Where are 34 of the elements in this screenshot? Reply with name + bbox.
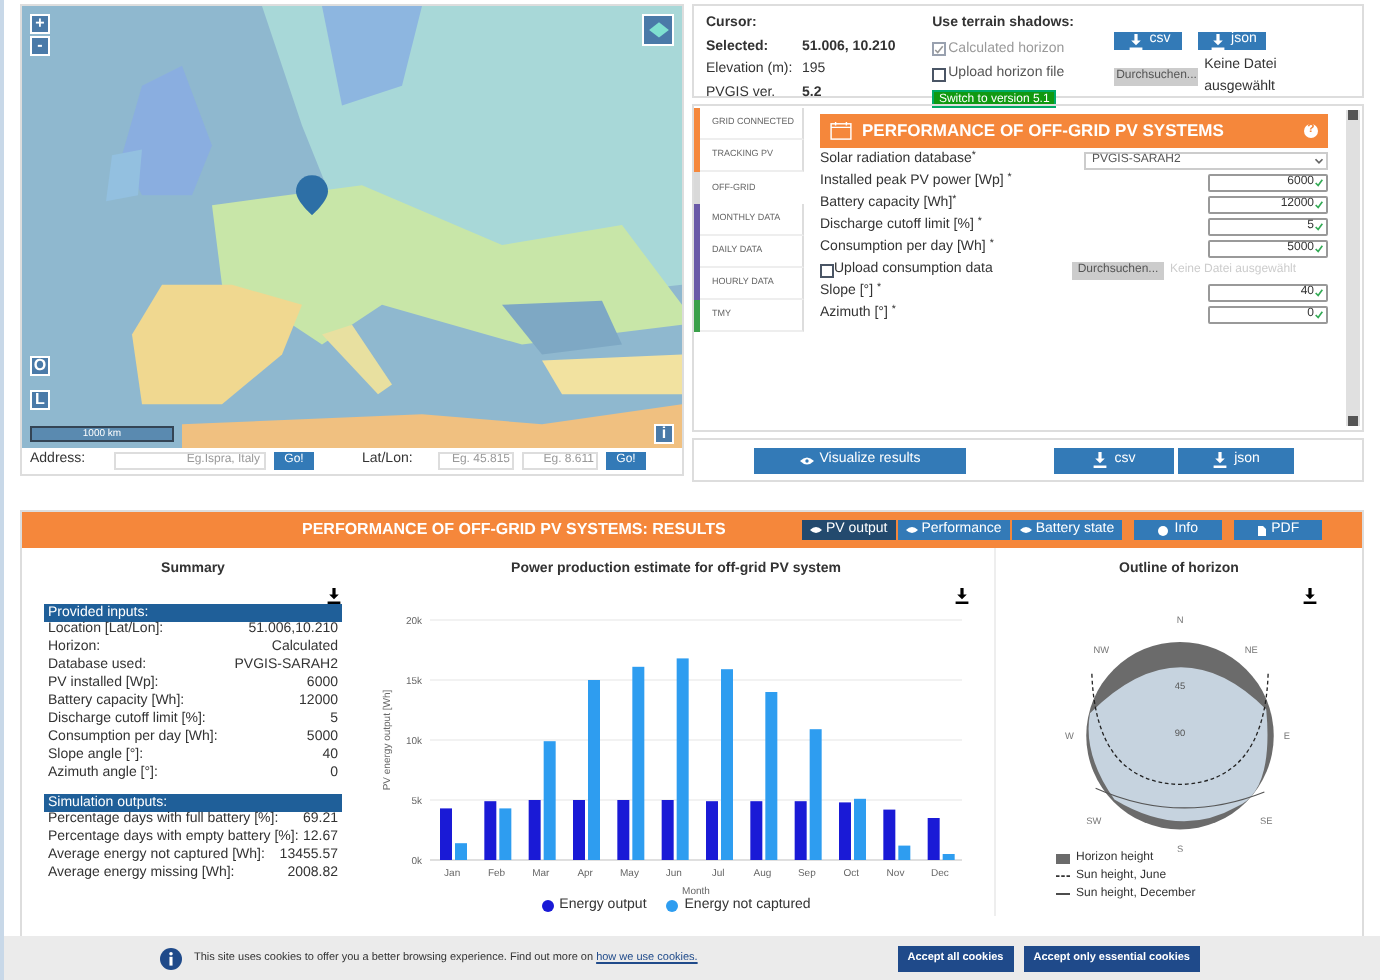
download-icon (1092, 452, 1109, 468)
results-title: PERFORMANCE OF OFF-GRID PV SYSTEMS: RESULTS (302, 518, 728, 542)
legend-swatch (1056, 853, 1070, 863)
bar (440, 807, 452, 859)
info-button[interactable]: i (654, 424, 674, 444)
legend-line (1056, 874, 1070, 878)
layers-icon (647, 19, 669, 41)
bar (455, 842, 467, 859)
checkbox[interactable] (820, 264, 834, 278)
zoom-in-button[interactable]: + (30, 14, 50, 34)
document-icon (1257, 525, 1266, 535)
download-icon (326, 587, 342, 603)
download-icon (1302, 587, 1318, 603)
form-title: PERFORMANCE OF OFF-GRID PV SYSTEMS (862, 118, 1226, 144)
download-icon (954, 587, 970, 603)
eye-icon (1019, 526, 1032, 534)
eye-icon (799, 455, 814, 465)
bar (573, 799, 585, 859)
dropdown-icon (1312, 154, 1326, 168)
checkbox[interactable] (932, 67, 947, 82)
eye-icon (810, 526, 822, 534)
zoom-out-button[interactable]: - (30, 36, 50, 56)
download-icon (1209, 33, 1226, 49)
eye-icon (905, 526, 918, 534)
layers-button[interactable] (642, 14, 674, 46)
calendar-icon (830, 122, 852, 140)
legend-line (1056, 892, 1070, 896)
map-control-button[interactable]: O (30, 356, 50, 376)
download-icon (1212, 452, 1229, 468)
map-control-button[interactable]: L (30, 390, 50, 410)
bar (706, 800, 718, 859)
bar (854, 797, 866, 859)
download-icon (1127, 33, 1144, 49)
bar (839, 801, 851, 859)
